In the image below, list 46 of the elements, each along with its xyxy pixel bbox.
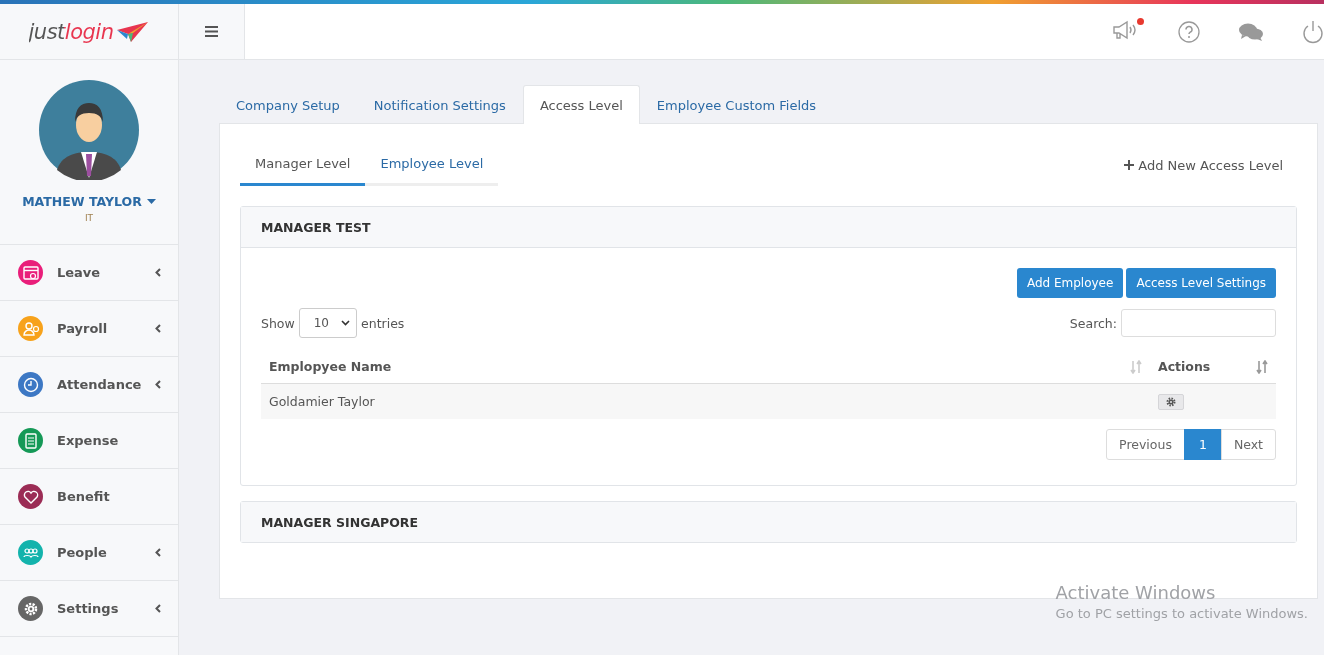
sidebar-item[interactable]: People [0,525,178,581]
settings-tab[interactable]: Company Setup [219,85,357,124]
search-label: Search: [1069,315,1117,331]
gear-icon[interactable] [1165,395,1177,408]
level-tab[interactable]: Employee Level [365,156,499,186]
action-button[interactable]: Add Employee [1016,268,1124,298]
plus-icon[interactable] [1124,160,1135,170]
pagination-button[interactable]: Previous [1106,429,1185,460]
sidebar-item[interactable]: Settings [0,581,178,637]
user-name[interactable]: MATHEW TAYLOR [22,194,142,209]
avatar-icon [39,80,139,180]
settings-button[interactable] [1158,393,1184,410]
settings-tab[interactable]: Employee Custom Fields [639,85,834,124]
column-header[interactable]: Actions [1158,359,1211,374]
level-tab[interactable]: Manager Level [240,156,366,186]
pagination-button[interactable]: Next [1220,429,1276,460]
panel-title[interactable]: MANAGER SINGAPORE [241,502,1296,542]
sort-icon[interactable] [1130,359,1142,374]
show-label: Show [261,315,295,331]
action-button[interactable]: Access Level Settings [1126,268,1276,298]
activation-title: Activate Windows [1055,582,1217,603]
panel-title[interactable]: MANAGER TEST [241,207,1296,248]
sidebar-item[interactable]: Attendance [0,357,178,413]
activation-message: Go to PC settings to activate Windows. [1055,606,1308,621]
sidebar-item[interactable]: Leave [0,245,178,301]
search-field[interactable] [1121,309,1276,337]
power-icon[interactable] [1302,19,1324,44]
menu-icon[interactable] [205,26,218,37]
page-size-select[interactable]: 10 [298,308,357,338]
column-header[interactable]: Emplopyee Name [269,359,392,374]
help-icon[interactable] [1178,20,1200,43]
table-cell: Goldamier Taylor [261,383,1150,419]
sidebar-item[interactable]: Payroll [0,301,178,357]
sidebar-item[interactable]: Expense [0,413,178,469]
pagination-button[interactable]: 1 [1183,429,1222,460]
sort-icon[interactable] [1256,359,1268,374]
entries-label: entries [361,315,405,331]
paper-plane-icon [115,19,150,44]
user-department: IT [84,213,94,223]
chat-icon[interactable] [1238,21,1264,42]
add-access-level-link[interactable]: Add New Access Level [1138,157,1283,173]
settings-tab[interactable]: Access Level [522,85,640,124]
caret-icon[interactable] [146,199,156,204]
settings-tab[interactable]: Notification Settings [356,85,523,124]
sidebar-item[interactable]: Benefit [0,469,178,525]
chevron-down-icon[interactable] [341,320,350,326]
